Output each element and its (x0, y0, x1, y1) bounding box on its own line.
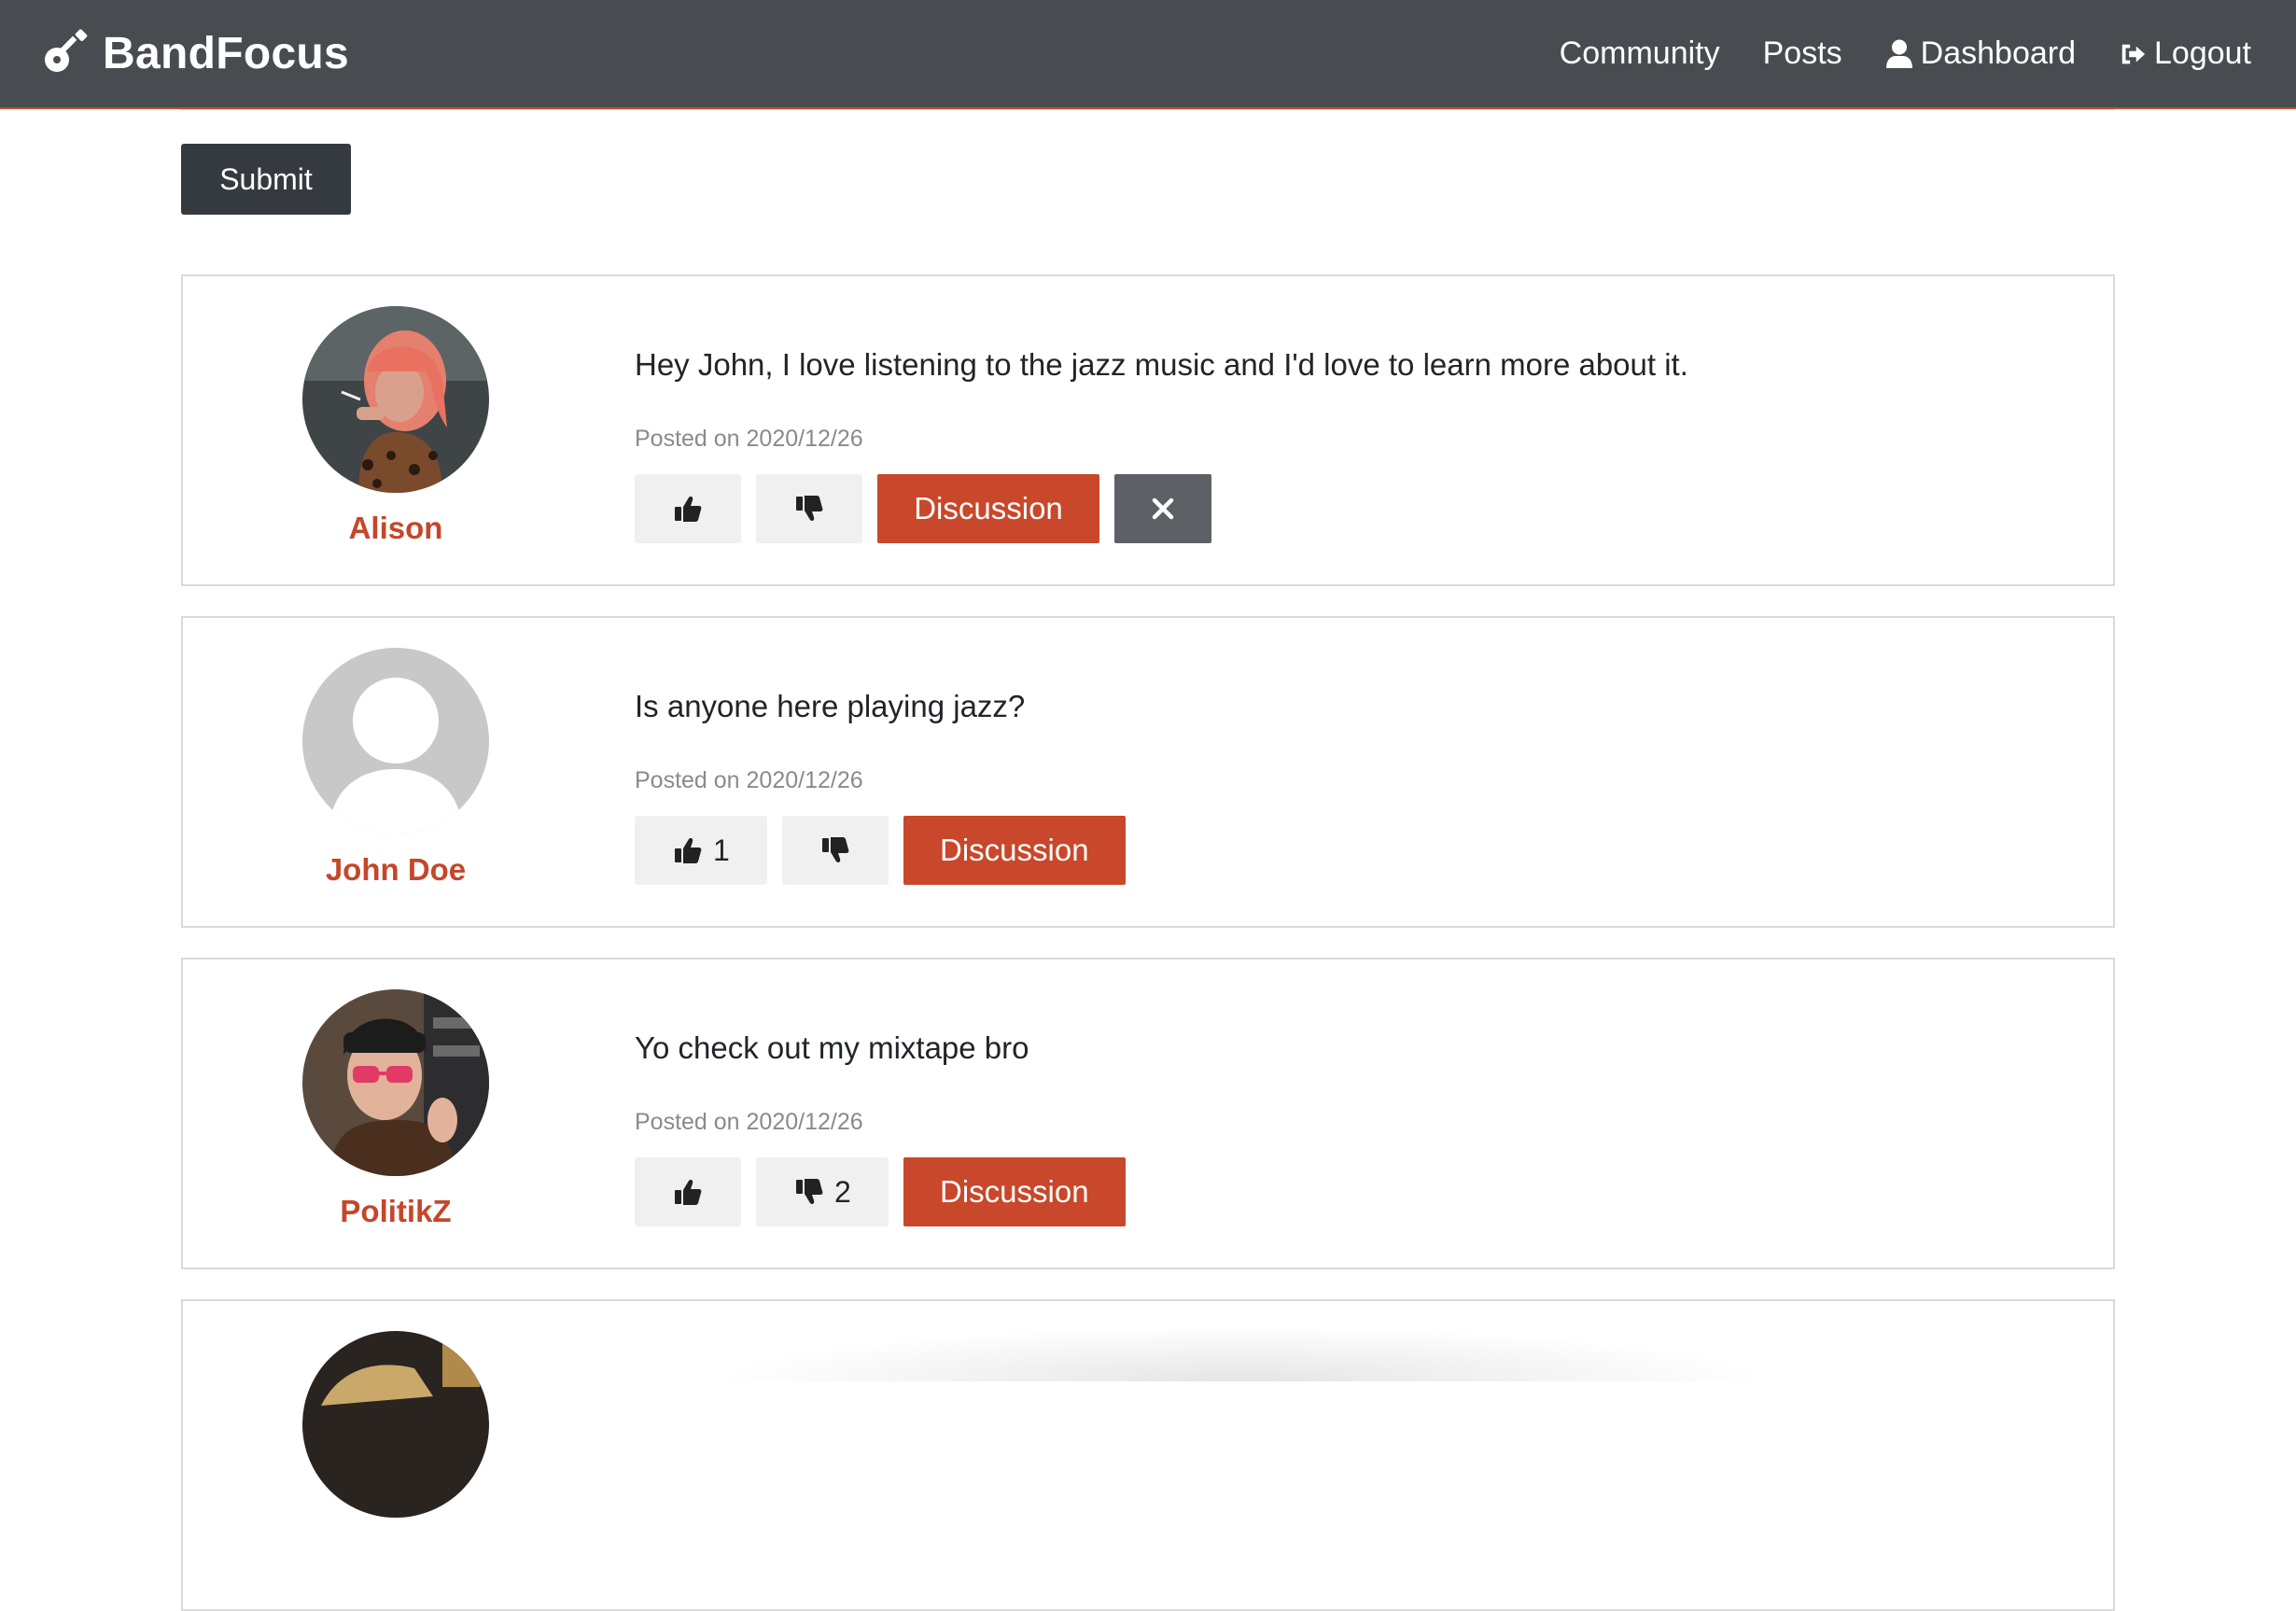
post-actions: Discussion (635, 474, 1211, 543)
guitar-icon (41, 27, 103, 80)
dislike-button[interactable] (781, 816, 889, 885)
post-date: Posted on 2020/12/26 (635, 426, 863, 452)
sign-out-icon (2121, 44, 2146, 63)
post-text: Hey John, I love listening to the jazz m… (635, 347, 1688, 382)
post-date: Posted on 2020/12/26 (635, 767, 863, 793)
post-actions: 1 Discussion (635, 816, 1126, 885)
like-button[interactable]: 1 (635, 816, 767, 885)
nav-link-posts[interactable]: Posts (1763, 35, 1842, 72)
post-actions: 2 Discussion (635, 1157, 1126, 1226)
discussion-button[interactable]: Discussion (903, 816, 1126, 885)
close-icon (1152, 497, 1174, 520)
thumbs-up-icon (675, 1180, 702, 1205)
navbar: BandFocus Community Posts Dashboard Logo… (0, 0, 2296, 109)
thumbs-down-icon (796, 1179, 823, 1204)
dislike-button[interactable] (756, 474, 862, 543)
post-text: Yo check out my mixtape bro (635, 1030, 1029, 1065)
post-author[interactable]: John Doe (256, 852, 536, 888)
discussion-button[interactable]: Discussion (903, 1157, 1126, 1226)
avatar (302, 1331, 489, 1518)
post-author[interactable]: Alison (256, 511, 536, 546)
post-text: Is anyone here playing jazz? (635, 689, 1026, 723)
nav-link-logout[interactable]: Logout (2119, 35, 2251, 72)
delete-button[interactable] (1114, 474, 1211, 543)
brand[interactable]: BandFocus (41, 0, 349, 107)
thumbs-down-icon (821, 837, 849, 862)
avatar (302, 989, 489, 1176)
user-icon (1885, 39, 1912, 68)
avatar (302, 306, 489, 493)
like-button[interactable] (635, 474, 741, 543)
post-date: Posted on 2020/12/26 (635, 1109, 863, 1135)
like-button[interactable] (635, 1157, 741, 1226)
nav-links: Community Posts Dashboard Logout (1560, 0, 2251, 107)
avatar (302, 648, 489, 834)
nav-link-dashboard-label: Dashboard (1920, 35, 2076, 71)
thumbs-down-icon (796, 496, 823, 521)
brand-name: BandFocus (103, 29, 350, 78)
post-author[interactable]: PolitikZ (256, 1194, 536, 1229)
scroll-shadow (709, 1325, 1773, 1381)
nav-link-community[interactable]: Community (1560, 35, 1720, 72)
thumbs-up-icon (675, 497, 702, 522)
submit-button[interactable]: Submit (181, 144, 351, 215)
like-count: 1 (713, 833, 730, 867)
nav-link-logout-label: Logout (2154, 35, 2251, 71)
post-card: John Doe Is anyone here playing jazz? Po… (181, 616, 2115, 928)
nav-link-dashboard[interactable]: Dashboard (1885, 35, 2076, 72)
discussion-button[interactable]: Discussion (877, 474, 1099, 543)
dislike-count: 2 (834, 1174, 851, 1209)
post-card: Alison Hey John, I love listening to the… (181, 274, 2115, 586)
thumbs-up-icon (675, 838, 702, 863)
dislike-button[interactable]: 2 (756, 1157, 889, 1226)
post-card: PolitikZ Yo check out my mixtape bro Pos… (181, 958, 2115, 1269)
